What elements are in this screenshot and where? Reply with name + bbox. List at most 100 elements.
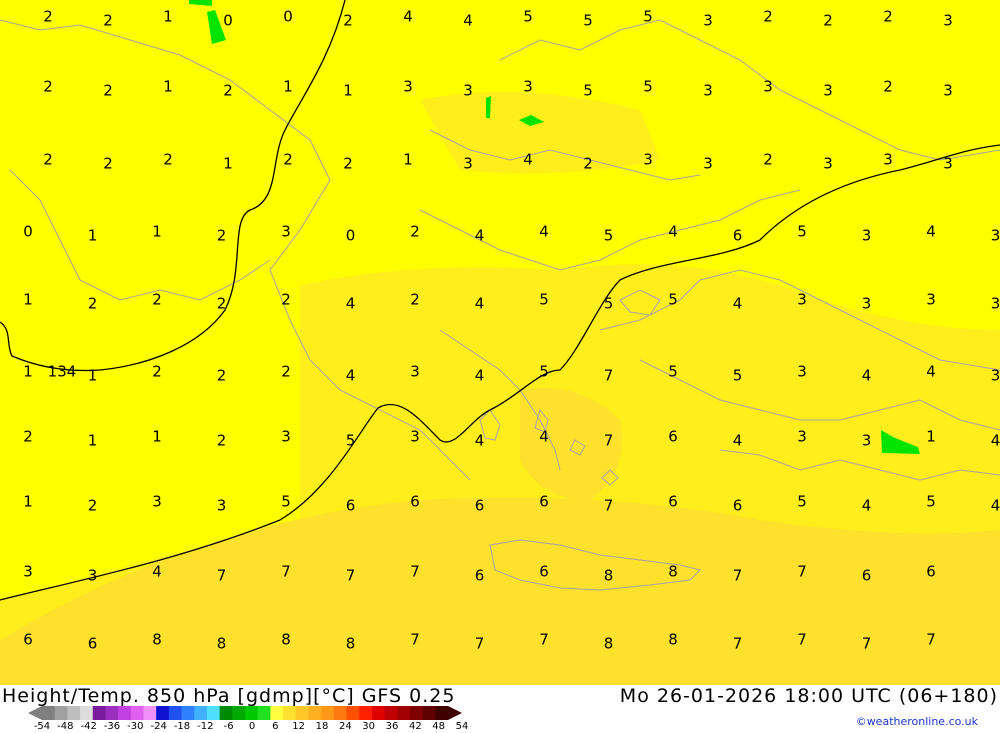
temperature-value: 7 — [410, 563, 420, 581]
legend-swatch — [42, 706, 56, 720]
temperature-value: 6 — [88, 635, 98, 653]
temperature-value: 4 — [991, 497, 1000, 515]
temperature-value: 2 — [217, 227, 227, 245]
legend-tick-label: -36 — [103, 721, 121, 732]
temperature-value: 1 — [283, 78, 293, 96]
legend-tick-label: 18 — [315, 721, 329, 732]
temperature-value: 6 — [733, 227, 743, 245]
temperature-value: 4 — [403, 8, 413, 26]
temperature-value: 4 — [991, 432, 1000, 450]
temperature-value: 3 — [823, 155, 833, 173]
temperature-value: 7 — [410, 631, 420, 649]
temperature-value: 8 — [152, 631, 162, 649]
temperature-value: 2 — [410, 291, 420, 309]
legend-swatch — [283, 706, 297, 720]
temperature-value: 6 — [862, 567, 872, 585]
temperature-value: 3 — [926, 291, 936, 309]
temperature-value: 7 — [733, 635, 743, 653]
temperature-value: 2 — [43, 78, 53, 96]
legend-swatch — [295, 706, 309, 720]
temperature-value: 8 — [668, 631, 678, 649]
temperature-value: 5 — [668, 291, 678, 309]
contour-height-label: 134 — [48, 363, 77, 381]
temperature-value: 4 — [733, 295, 743, 313]
legend-swatch — [333, 706, 347, 720]
temperature-value: 2 — [763, 8, 773, 26]
temperature-value: 8 — [604, 567, 614, 585]
temperature-value: 3 — [703, 82, 713, 100]
temperature-value: 3 — [797, 428, 807, 446]
legend-swatch — [219, 706, 233, 720]
legend-swatch — [409, 706, 424, 720]
legend-swatch — [257, 706, 271, 720]
legend-ticks: -54 -48 -42 -36 -30 -24 -18 -12 -6 0 6 12 18 24 30 36 42… — [28, 721, 469, 733]
weather-map: 134 221002445553222332212113335533323222… — [0, 0, 1000, 685]
temperature-value: 6 — [668, 493, 678, 511]
legend-swatch — [181, 706, 195, 720]
temperature-value: 4 — [926, 223, 936, 241]
temperature-value: 5 — [281, 493, 291, 511]
temperature-value: 1 — [343, 82, 353, 100]
temperature-value: 7 — [604, 367, 614, 385]
temperature-value: 6 — [733, 497, 743, 515]
temperature-value: 3 — [703, 12, 713, 30]
temperature-value: 2 — [43, 151, 53, 169]
temperature-value: 2 — [583, 155, 593, 173]
legend-tick-label: 24 — [338, 721, 352, 732]
temperature-value: 1 — [88, 227, 98, 245]
temperature-value: 2 — [217, 367, 227, 385]
legend-swatch — [422, 706, 436, 720]
temperature-value: 2 — [223, 82, 233, 100]
temperature-value: 7 — [217, 567, 227, 585]
legend-swatch — [143, 706, 157, 720]
temperature-value: 3 — [281, 223, 291, 241]
legend-swatch — [130, 706, 144, 720]
temperature-value: 2 — [883, 78, 893, 96]
temperature-value: 2 — [823, 12, 833, 30]
temperature-value: 4 — [475, 295, 485, 313]
legend-swatch — [232, 706, 246, 720]
legend-swatch — [194, 706, 208, 720]
temperature-value: 5 — [668, 363, 678, 381]
temperature-value: 4 — [668, 223, 678, 241]
map-footer: Height/Temp. 850 hPa [gdmp][°C] GFS 0.25… — [0, 685, 1000, 733]
legend-swatch — [371, 706, 386, 720]
temperature-value: 4 — [862, 367, 872, 385]
temperature-value: 3 — [217, 497, 227, 515]
temperature-value: 7 — [604, 432, 614, 450]
legend-swatch — [118, 706, 132, 720]
temperature-value: 5 — [733, 367, 743, 385]
temperature-value: 3 — [862, 432, 872, 450]
temperature-value: 6 — [926, 563, 936, 581]
temperature-value: 5 — [926, 493, 936, 511]
legend-tick-label: -54 — [33, 721, 51, 732]
temperature-value: 3 — [991, 227, 1000, 245]
temperature-value: 4 — [475, 432, 485, 450]
legend-arrow-low — [28, 706, 42, 720]
legend-swatch — [206, 706, 221, 720]
temperature-value: 3 — [703, 155, 713, 173]
credit-link[interactable]: ©weatheronline.co.uk — [856, 715, 978, 728]
temperature-value: 6 — [539, 563, 549, 581]
temperature-value: 7 — [281, 563, 291, 581]
temperature-value: 5 — [583, 12, 593, 30]
temperature-value: 7 — [539, 631, 549, 649]
legend-tick-label: 30 — [362, 721, 376, 732]
color-legend — [28, 706, 462, 720]
temperature-value: 6 — [539, 493, 549, 511]
temperature-value: 5 — [604, 295, 614, 313]
temperature-value: 4 — [463, 12, 473, 30]
temperature-value: 3 — [410, 428, 420, 446]
temperature-value: 3 — [643, 151, 653, 169]
legend-tick-label: 42 — [408, 721, 422, 732]
temperature-value: 5 — [797, 223, 807, 241]
temperature-value: 1 — [23, 291, 33, 309]
temperature-value: 5 — [523, 8, 533, 26]
temperature-value: 2 — [281, 363, 291, 381]
temperature-value: 4 — [346, 295, 356, 313]
legend-swatch — [54, 706, 68, 720]
temperature-value: 3 — [463, 155, 473, 173]
legend-tick-label: -48 — [57, 721, 74, 732]
temperature-value: 4 — [152, 563, 162, 581]
temperature-value: 6 — [475, 567, 485, 585]
